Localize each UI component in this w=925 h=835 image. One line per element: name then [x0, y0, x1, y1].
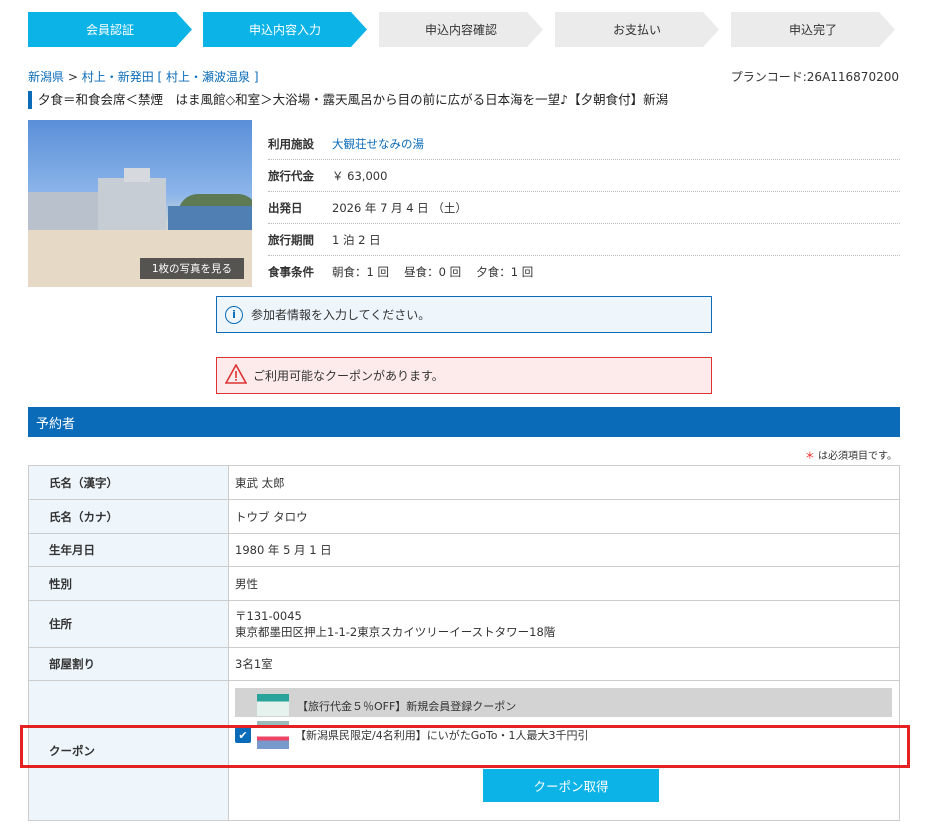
- row-birth: 生年月日 1980 年 5 月 1 日: [29, 534, 899, 567]
- address-value: 〒131-0045 東京都墨田区押上1-1-2東京スカイツリーイーストタワー18…: [229, 601, 899, 647]
- breadcrumb-sep: >: [64, 70, 82, 84]
- hotel-photo[interactable]: 1枚の写真を見る: [28, 120, 252, 287]
- rooms-value: 3名1室: [235, 657, 273, 671]
- step-complete: 申込完了: [731, 12, 895, 47]
- breadcrumb-sub[interactable]: 村上・瀬波温泉: [166, 70, 250, 84]
- info-row-period: 旅行期間 1 泊 2 日: [268, 224, 900, 256]
- row-label: 氏名（カナ）: [29, 500, 229, 533]
- row-gender: 性別 男性: [29, 567, 899, 601]
- row-label: 生年月日: [29, 534, 229, 566]
- breadcrumb-bracket-open: [: [153, 70, 167, 84]
- info-notice-text: 参加者情報を入力してください。: [251, 308, 431, 322]
- info-label: 出発日: [268, 200, 303, 215]
- view-photo-button[interactable]: 1枚の写真を見る: [139, 258, 244, 279]
- address-text: 東京都墨田区押上1-1-2東京スカイツリーイーストタワー18階: [235, 625, 556, 639]
- row-label: 性別: [29, 567, 229, 600]
- step-payment: お支払い: [555, 12, 719, 47]
- row-label: 氏名（漢字）: [29, 466, 229, 499]
- info-label: 利用施設: [268, 136, 314, 151]
- plan-title: 夕食＝和食会席＜禁煙 はま風館◇和室＞大浴場・露天風呂から目の前に広がる日本海を…: [28, 91, 898, 109]
- coupon-2-checkbox[interactable]: ✔: [235, 727, 251, 743]
- row-name-kana: 氏名（カナ） トウブ タロウ: [29, 500, 899, 534]
- coupon-notice-text: ご利用可能なクーポンがあります。: [253, 369, 444, 383]
- photo-building-top: [124, 168, 150, 182]
- required-note: ＊ は必須項目です。: [805, 447, 897, 462]
- required-note-text: は必須項目です。: [818, 451, 897, 462]
- info-row-meal: 食事条件 朝食：1 回 昼食：0 回 夕食：1 回: [268, 256, 900, 288]
- info-notice: i 参加者情報を入力してください。: [216, 296, 712, 333]
- breadcrumb-area[interactable]: 村上・新発田: [82, 70, 154, 84]
- info-label: 食事条件: [268, 265, 314, 279]
- coupon-option-2[interactable]: ✔ 【新潟県民限定/4名利用】にいがたGoTo・1人最大3千円引: [235, 721, 589, 749]
- facility-link[interactable]: 大観荘せなみの湯: [332, 136, 424, 152]
- info-icon: i: [225, 305, 243, 324]
- row-label: クーポン: [29, 681, 229, 820]
- plan-code: プランコード:26A116870200: [730, 70, 899, 84]
- row-rooms: 部屋割り 3名1室: [29, 648, 899, 681]
- required-asterisk: ＊: [804, 451, 815, 462]
- info-row-price: 旅行代金 ￥ 63,000: [268, 160, 900, 192]
- section-title: 予約者: [28, 407, 900, 437]
- coupon-thumbnail: [257, 694, 289, 716]
- step-member-auth: 会員認証: [28, 12, 192, 47]
- coupon-option-1[interactable]: 【旅行代金５％OFF】新規会員登録クーポン: [235, 688, 892, 717]
- coupon-1-label: 【旅行代金５％OFF】新規会員登録クーポン: [297, 700, 517, 713]
- coupon-notice: ご利用可能なクーポンがあります。: [216, 357, 712, 394]
- coupon-list: 【旅行代金５％OFF】新規会員登録クーポン ✔ 【新潟県民限定/4名利用】にいが…: [229, 681, 899, 820]
- breadcrumb-bracket-close: ]: [250, 70, 259, 84]
- info-label: 旅行代金: [268, 168, 314, 183]
- photo-building-left: [28, 192, 98, 230]
- photo-sea: [168, 206, 252, 232]
- meal-value: 朝食：1 回 昼食：0 回 夕食：1 回: [332, 265, 534, 279]
- price-value: ￥ 63,000: [332, 168, 388, 183]
- gender-value: 男性: [235, 576, 258, 591]
- warning-icon: [224, 363, 248, 387]
- info-row-facility: 利用施設 大観荘せなみの湯: [268, 128, 900, 160]
- step-confirm: 申込内容確認: [379, 12, 543, 47]
- photo-building-main: [98, 178, 166, 230]
- get-coupon-button[interactable]: クーポン取得: [483, 769, 659, 802]
- info-label: 旅行期間: [268, 232, 314, 247]
- info-row-depart: 出発日 2026 年 7 月 4 日 （土）: [268, 192, 900, 224]
- depart-value: 2026 年 7 月 4 日 （土）: [332, 200, 467, 215]
- breadcrumb: 新潟県 > 村上・新発田 [ 村上・瀬波温泉 ]: [28, 68, 259, 85]
- progress-steps: 会員認証 申込内容入力 申込内容確認 お支払い 申込完了: [28, 12, 898, 47]
- name-kana-value: トウブ タロウ: [235, 509, 308, 524]
- row-address: 住所 〒131-0045 東京都墨田区押上1-1-2東京スカイツリーイーストタワ…: [29, 601, 899, 648]
- row-label: 住所: [29, 601, 229, 647]
- booker-table: 氏名（漢字） 東武 太郎 氏名（カナ） トウブ タロウ 生年月日 1980 年 …: [28, 465, 900, 821]
- step-input: 申込内容入力: [203, 12, 367, 47]
- plan-info: 利用施設 大観荘せなみの湯 旅行代金 ￥ 63,000 出発日 2026 年 7…: [268, 128, 900, 288]
- row-name-kanji: 氏名（漢字） 東武 太郎: [29, 466, 899, 500]
- name-kanji-value: 東武 太郎: [235, 475, 285, 490]
- row-label: 部屋割り: [29, 648, 229, 680]
- postal-code: 〒131-0045: [235, 609, 302, 623]
- period-value: 1 泊 2 日: [332, 232, 381, 247]
- coupon-2-label: 【新潟県民限定/4名利用】にいがたGoTo・1人最大3千円引: [295, 729, 589, 742]
- birth-value: 1980 年 5 月 1 日: [235, 543, 332, 557]
- row-coupon: クーポン 【旅行代金５％OFF】新規会員登録クーポン ✔ 【新潟県民限定/4名利…: [29, 681, 899, 820]
- coupon-thumbnail: [257, 721, 289, 749]
- breadcrumb-pref[interactable]: 新潟県: [28, 70, 64, 84]
